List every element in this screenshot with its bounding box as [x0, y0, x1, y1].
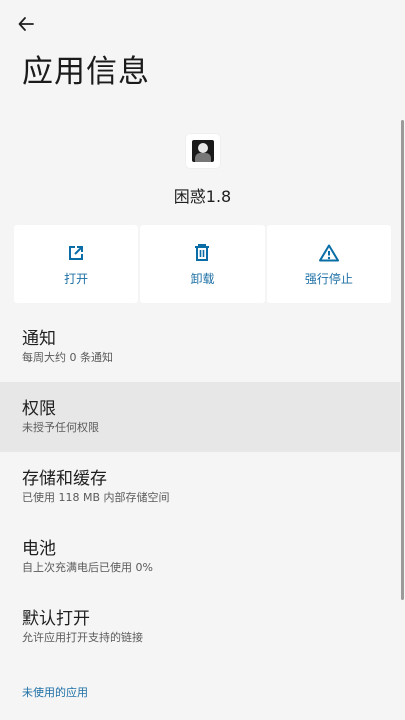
back-button[interactable] — [14, 12, 38, 36]
settings-item-permissions[interactable]: 权限 未授予任何权限 — [0, 382, 400, 452]
force-stop-label: 强行停止 — [304, 271, 353, 286]
settings-item-title: 默认打开 — [22, 609, 90, 629]
arrow-left-icon — [18, 17, 34, 31]
settings-item-subtitle: 每周大约 0 条通知 — [22, 351, 113, 364]
app-avatar-icon — [186, 134, 220, 168]
settings-item-title: 通知 — [22, 329, 56, 349]
warning-icon — [318, 244, 339, 261]
unused-apps-section-header: 未使用的应用 — [22, 686, 88, 699]
settings-item-subtitle: 未授予任何权限 — [22, 421, 99, 434]
force-stop-button[interactable]: 强行停止 — [266, 225, 391, 303]
scrollbar[interactable] — [401, 120, 404, 600]
settings-item-subtitle: 允许应用打开支持的链接 — [22, 631, 143, 644]
settings-item-notifications[interactable]: 通知 每周大约 0 条通知 — [0, 312, 400, 382]
open-button[interactable]: 打开 — [14, 225, 139, 303]
open-external-icon — [69, 245, 84, 260]
settings-item-storage[interactable]: 存储和缓存 已使用 118 MB 内部存储空间 — [0, 452, 400, 522]
settings-item-subtitle: 已使用 118 MB 内部存储空间 — [22, 491, 170, 504]
uninstall-label: 卸载 — [190, 271, 215, 286]
app-name: 困惑1.8 — [173, 187, 232, 206]
settings-item-battery[interactable]: 电池 自上次充满电后已使用 0% — [0, 522, 400, 592]
settings-item-title: 权限 — [22, 399, 56, 419]
trash-icon — [195, 243, 210, 261]
settings-item-title: 电池 — [22, 539, 56, 559]
uninstall-button[interactable]: 卸载 — [140, 225, 265, 303]
action-bar: 打开 卸载 强行停止 — [14, 225, 391, 303]
settings-item-title: 存储和缓存 — [22, 469, 107, 489]
settings-item-open-by-default[interactable]: 默认打开 允许应用打开支持的链接 — [0, 592, 400, 662]
open-label: 打开 — [64, 271, 89, 286]
page-title: 应用信息 — [22, 54, 150, 90]
settings-item-subtitle: 自上次充满电后已使用 0% — [22, 561, 153, 574]
